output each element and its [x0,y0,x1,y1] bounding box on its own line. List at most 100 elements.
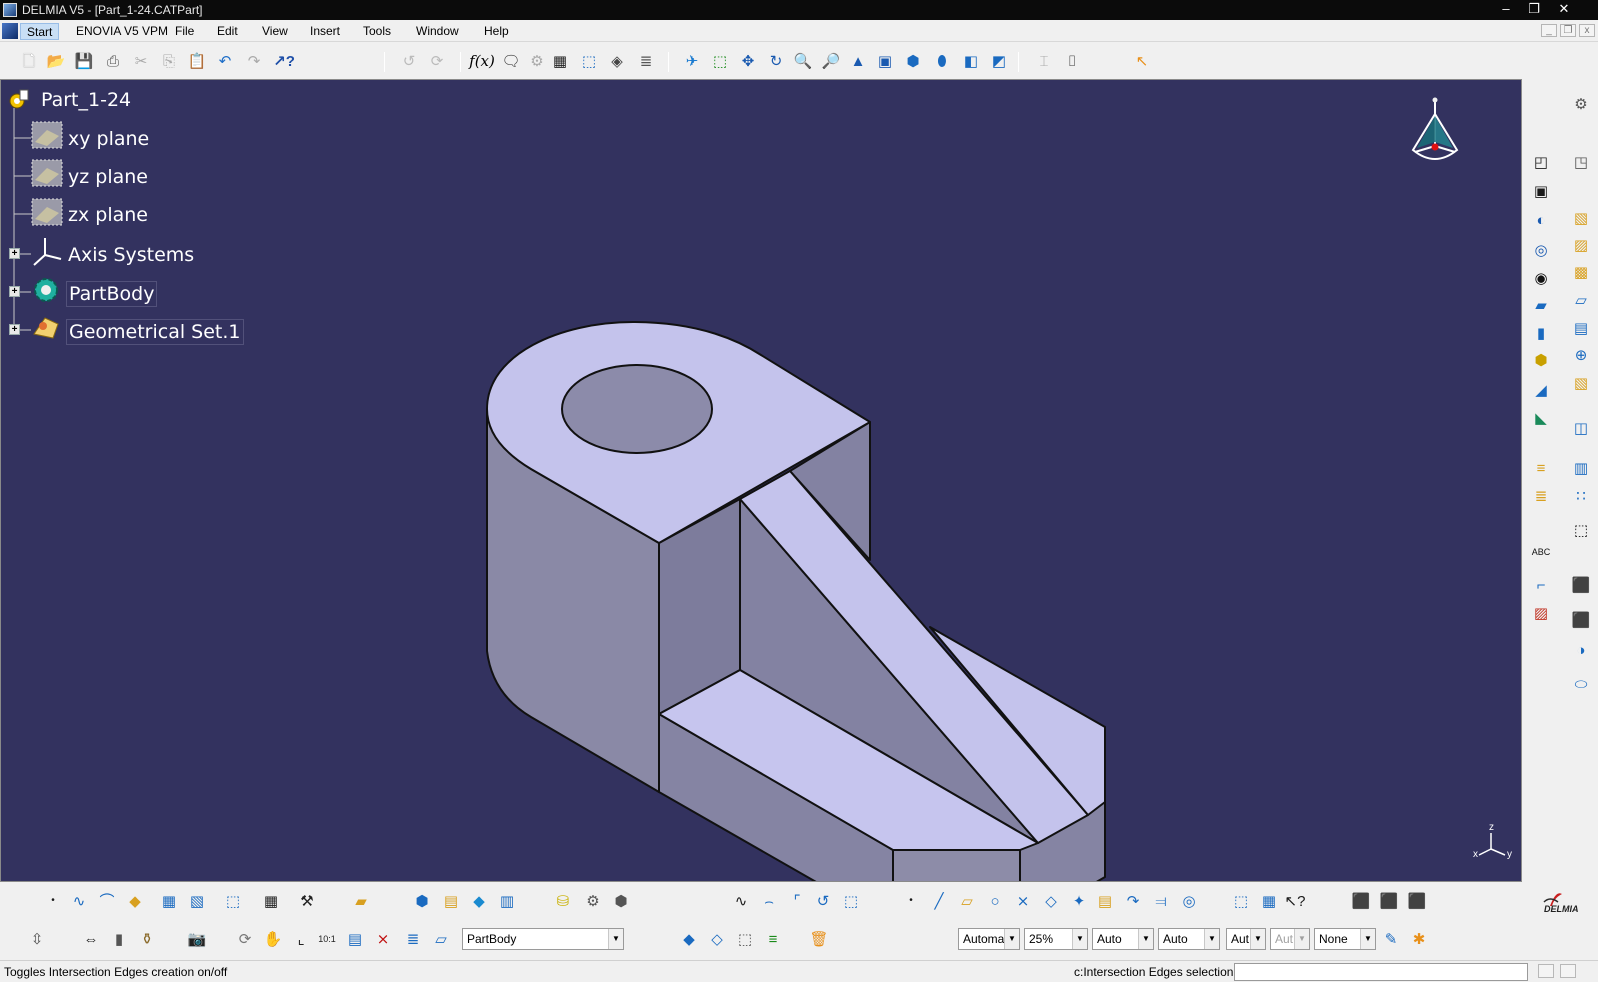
tree-root-label[interactable]: Part_1-24 [41,89,131,111]
menu-file[interactable]: File [169,23,200,40]
add-body-icon[interactable]: ◑ [1570,639,1592,661]
update-all-icon[interactable]: ⟳ [426,50,448,72]
layer-combo[interactable]: None ▼ [1314,928,1376,950]
redo-icon[interactable]: ↷ [243,50,265,72]
extrude-icon[interactable]: ▤ [1094,890,1116,912]
slot-icon[interactable]: ▰ [1530,294,1552,316]
fit-all-in-icon[interactable]: ⬚ [709,50,731,72]
chevron-down-icon[interactable]: ▼ [608,929,623,949]
axis-snap-icon[interactable]: ⨯ [372,928,394,950]
plane-icon[interactable] [31,158,63,188]
parallel-curve-icon[interactable]: ⫤ [1150,890,1172,912]
solid-combine-icon[interactable]: ⬢ [610,890,632,912]
transparency-combo[interactable]: 25% ▼ [1024,928,1088,950]
corner-icon[interactable]: ⌜ [786,890,808,912]
menu-start[interactable]: Start [20,23,60,40]
expand-partbody-icon[interactable]: + [9,286,20,297]
print-icon[interactable]: ⎙ [102,50,124,72]
instantiate-icon[interactable]: ⬚ [578,50,600,72]
circle-icon[interactable]: ○ [984,890,1006,912]
settings-gear-icon[interactable]: ⚙ [1570,93,1592,115]
filter-icon[interactable]: ≣ [402,928,424,950]
boundary-icon[interactable]: ▧ [186,890,208,912]
hole-icon[interactable]: ◉ [1530,267,1552,289]
line-type-combo[interactable]: Automa ▼ [958,928,1020,950]
connect-curve-icon[interactable]: ∿ [730,890,752,912]
helix-icon[interactable]: ↺ [812,890,834,912]
boolean-icon[interactable]: ◐ [1530,209,1552,231]
chevron-down-icon[interactable]: ▼ [1204,929,1219,949]
menu-enovia[interactable]: ENOVIA V5 VPM [70,23,174,40]
hide-show-icon[interactable]: ◧ [960,50,982,72]
save-icon[interactable]: 💾 [73,50,95,72]
body-combo[interactable]: PartBody ▼ [462,928,624,950]
apply-material-icon[interactable]: ▨ [1530,602,1552,624]
menu-insert[interactable]: Insert [304,23,346,40]
graphic-properties-icon[interactable]: ✱ [1408,928,1430,950]
geometrical-set-icon[interactable] [31,312,61,342]
scale-ratio-icon[interactable]: 10:1 [316,928,338,950]
work-on-support-icon[interactable]: ▤ [344,928,366,950]
measure-between-icon[interactable]: ⌶ [1033,50,1055,72]
curve-icon[interactable]: ⌒ [96,890,118,912]
insert-body-icon[interactable]: ⬛ [1570,574,1592,596]
3d-viewport[interactable]: Part_1-24 xy plane yz plane zx plane + A… [0,79,1522,882]
cut-icon[interactable]: ✂ [130,50,152,72]
rotate-icon[interactable]: ↻ [765,50,787,72]
grab-hand-icon[interactable]: ✋ [262,928,284,950]
define-in-work-object-icon[interactable]: ▱ [430,928,452,950]
normal-view-icon[interactable]: ▲ [847,50,869,72]
pan-icon[interactable]: ✥ [737,50,759,72]
groove-icon[interactable]: ▩ [1570,261,1592,283]
sketch-positioned-icon[interactable]: ◳ [1570,151,1592,173]
measure-distance-icon[interactable]: ⇔ [80,928,102,950]
blend-icon[interactable]: ▥ [496,890,518,912]
chevron-down-icon[interactable]: ▼ [1072,929,1087,949]
select-arrow-icon[interactable]: ↖ [1131,50,1153,72]
snap-axis-icon[interactable]: ⌞ [290,928,312,950]
expand-axis-systems-icon[interactable]: + [9,248,20,259]
union-trim-icon[interactable]: ⬭ [1570,673,1592,695]
menu-help[interactable]: Help [478,23,515,40]
tree-node-yz-plane[interactable]: yz plane [68,166,148,188]
undo-icon[interactable]: ↶ [214,50,236,72]
grid-icon[interactable]: ▦ [260,890,282,912]
tree-node-zx-plane[interactable]: zx plane [68,204,148,226]
measure-item-icon[interactable]: ⌷ [1061,50,1083,72]
reflect-line-icon[interactable]: ↷ [1122,890,1144,912]
fillet-icon[interactable]: ⬢ [1530,349,1552,371]
chevron-down-icon[interactable]: ▼ [1250,929,1265,949]
fill-icon[interactable]: ◆ [468,890,490,912]
constraint-icon[interactable]: ⌐ [1530,574,1552,596]
shading-icon[interactable]: ⬮ [931,50,953,72]
user-pattern-icon[interactable]: ∷ [1570,485,1592,507]
tree-node-xy-plane[interactable]: xy plane [68,128,149,150]
sweep-icon[interactable]: ▤ [440,890,462,912]
tree-node-axis-systems[interactable]: Axis Systems [68,244,194,266]
status-mini-button-2[interactable] [1560,964,1576,978]
chevron-down-icon[interactable]: ▼ [1004,929,1019,949]
surface-icon[interactable]: ◆ [124,890,146,912]
fly-mode-icon[interactable]: ✈ [681,50,703,72]
stiffener-icon[interactable]: ▮ [1530,322,1552,344]
compass-icon[interactable] [1409,94,1473,174]
catalog-icon[interactable]: ◈ [606,50,628,72]
clash-icon[interactable]: ⬛ [1378,890,1400,912]
query-icon[interactable]: ↖? [1284,890,1306,912]
apply-material-bucket-icon[interactable]: 🗑 [808,928,830,950]
arc-icon[interactable]: ⌢ [758,890,780,912]
draft-icon[interactable]: ◢ [1530,379,1552,401]
intersection-icon[interactable]: ⨯ [1012,890,1034,912]
thickness-icon[interactable]: ≡ [1530,457,1552,479]
menu-tools[interactable]: Tools [357,23,397,40]
whats-this-icon[interactable]: ↗? [273,50,295,72]
copy-icon[interactable]: ⎘ [158,50,180,72]
iso-view-icon[interactable]: ⬢ [902,50,924,72]
surface-design-icon[interactable]: ◇ [706,928,728,950]
minimize-icon[interactable]: – [1493,1,1519,18]
rect-pattern-icon[interactable]: ▥ [1570,457,1592,479]
start-menu-icon[interactable] [2,23,18,39]
menu-window[interactable]: Window [410,23,465,40]
axis-system-icon[interactable] [31,235,63,267]
swap-visible-space-icon[interactable]: ◩ [988,50,1010,72]
